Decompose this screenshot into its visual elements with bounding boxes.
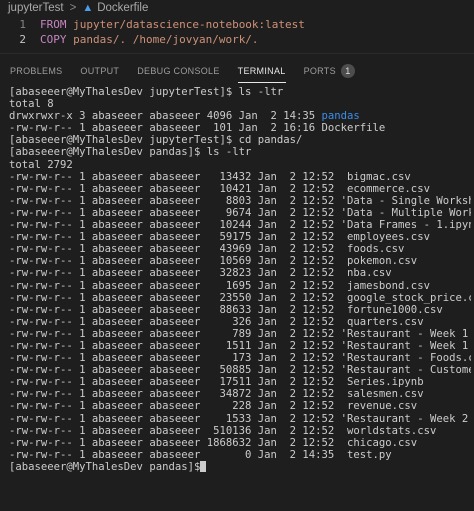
terminal-line-text: total 8: [9, 98, 54, 111]
tab-terminal[interactable]: TERMINAL: [237, 60, 286, 83]
terminal-line: -rw-rw-r-- 1 abaseeer abaseeer 23550 Jan…: [9, 292, 471, 304]
terminal-line-text: [abaseeer@MyThalesDev jupyterTest]$ ls -…: [9, 86, 284, 98]
terminal-line-text: -rw-rw-r-- 1 abaseeer abaseeer 8803 Jan …: [9, 194, 471, 207]
breadcrumb: jupyterTest > ▲ Dockerfile: [0, 0, 474, 16]
terminal-line-text: -rw-rw-r-- 1 abaseeer abaseeer 10421 Jan…: [9, 182, 430, 195]
terminal-line-text: -rw-rw-r-- 1 abaseeer abaseeer 88633 Jan…: [9, 303, 443, 316]
terminal-line: -rw-rw-r-- 1 abaseeer abaseeer 173 Jan 2…: [9, 352, 471, 364]
terminal-line: drwxrwxr-x 3 abaseeer abaseeer 4096 Jan …: [9, 110, 471, 122]
terminal-line: -rw-rw-r-- 1 abaseeer abaseeer 789 Jan 2…: [9, 328, 471, 340]
terminal-line-text: -rw-rw-r-- 1 abaseeer abaseeer 32823 Jan…: [9, 267, 392, 280]
terminal-line-text: -rw-rw-r-- 1 abaseeer abaseeer 34872 Jan…: [9, 388, 424, 401]
terminal-line: -rw-rw-r-- 1 abaseeer abaseeer 326 Jan 2…: [9, 316, 471, 328]
dockerfile-keyword: FROM: [40, 18, 67, 31]
terminal-cursor: [200, 460, 207, 472]
terminal-line: -rw-rw-r-- 1 abaseeer abaseeer 510136 Ja…: [9, 425, 471, 437]
dockerfile-argument: jupyter/datascience-notebook:latest: [73, 18, 305, 31]
terminal-line-text: [abaseeer@MyThalesDev pandas]$: [9, 460, 201, 473]
terminal-line-text: -rw-rw-r-- 1 abaseeer abaseeer 1533 Jan …: [9, 412, 469, 425]
terminal-line-text: -rw-rw-r-- 1 abaseeer abaseeer 50885 Jan…: [9, 364, 471, 377]
terminal-line: -rw-rw-r-- 1 abaseeer abaseeer 10569 Jan…: [9, 255, 471, 267]
terminal-line: -rw-rw-r-- 1 abaseeer abaseeer 1511 Jan …: [9, 340, 471, 352]
terminal-line-text: -rw-rw-r-- 1 abaseeer abaseeer 23550 Jan…: [9, 291, 471, 304]
terminal-line-text: [abaseeer@MyThalesDev pandas]$ ls -ltr: [9, 146, 252, 159]
terminal-line-text: -rw-rw-r-- 1 abaseeer abaseeer 1695 Jan …: [9, 279, 430, 292]
panel-divider: [0, 53, 474, 54]
terminal-line: -rw-rw-r-- 1 abaseeer abaseeer 13432 Jan…: [9, 171, 471, 183]
tab-debug-console[interactable]: DEBUG CONSOLE: [137, 60, 219, 82]
terminal-line: [abaseeer@MyThalesDev jupyterTest]$ ls -…: [9, 86, 471, 98]
terminal-line: [abaseeer@MyThalesDev jupyterTest]$ cd p…: [9, 134, 471, 146]
dockerfile-argument: pandas/. /home/jovyan/work/.: [73, 33, 259, 46]
terminal-line-text: total 2792: [9, 158, 73, 171]
terminal-line: -rw-rw-r-- 1 abaseeer abaseeer 1695 Jan …: [9, 280, 471, 292]
terminal-line-text: -rw-rw-r-- 1 abaseeer abaseeer 326 Jan 2…: [9, 315, 424, 328]
terminal-line: -rw-rw-r-- 1 abaseeer abaseeer 1868632 J…: [9, 437, 471, 449]
terminal-output[interactable]: [abaseeer@MyThalesDev jupyterTest]$ ls -…: [9, 86, 471, 473]
terminal-line-text: -rw-rw-r-- 1 abaseeer abaseeer 43969 Jan…: [9, 243, 405, 256]
tab-ports-label: PORTS: [303, 66, 336, 76]
terminal-line: -rw-rw-r-- 1 abaseeer abaseeer 101 Jan 2…: [9, 122, 471, 134]
terminal-line: [abaseeer@MyThalesDev pandas]$ ls -ltr: [9, 146, 471, 158]
line-number: 2: [19, 33, 26, 46]
terminal-line-text: drwxrwxr-x 3 abaseeer abaseeer 4096 Jan …: [9, 110, 322, 123]
docker-file-icon: ▲: [82, 2, 94, 14]
terminal-line: total 8: [9, 98, 471, 110]
terminal-line: [abaseeer@MyThalesDev pandas]$: [9, 460, 471, 473]
code-editor[interactable]: 1 FROM jupyter/datascience-notebook:late…: [0, 17, 474, 47]
editor-line: 2 COPY pandas/. /home/jovyan/work/.: [0, 32, 474, 47]
terminal-line: -rw-rw-r-- 1 abaseeer abaseeer 34872 Jan…: [9, 388, 471, 400]
terminal-line-text: -rw-rw-r-- 1 abaseeer abaseeer 10244 Jan…: [9, 219, 471, 232]
tab-output[interactable]: OUTPUT: [80, 60, 119, 82]
terminal-line-text: -rw-rw-r-- 1 abaseeer abaseeer 789 Jan 2…: [9, 327, 469, 340]
terminal-line: -rw-rw-r-- 1 abaseeer abaseeer 8803 Jan …: [9, 195, 471, 207]
terminal-line-text: -rw-rw-r-- 1 abaseeer abaseeer 101 Jan 2…: [9, 122, 386, 135]
panel-tab-bar: PROBLEMS OUTPUT DEBUG CONSOLE TERMINAL P…: [0, 60, 474, 83]
line-number: 1: [19, 18, 26, 31]
terminal-line-text: -rw-rw-r-- 1 abaseeer abaseeer 1868632 J…: [9, 436, 418, 449]
terminal-line: -rw-rw-r-- 1 abaseeer abaseeer 10244 Jan…: [9, 219, 471, 231]
breadcrumb-file[interactable]: Dockerfile: [97, 2, 148, 14]
terminal-directory-name: pandas: [321, 110, 360, 123]
terminal-line: -rw-rw-r-- 1 abaseeer abaseeer 88633 Jan…: [9, 304, 471, 316]
terminal-line-text: [abaseeer@MyThalesDev jupyterTest]$ cd p…: [9, 134, 303, 147]
terminal-line-text: -rw-rw-r-- 1 abaseeer abaseeer 173 Jan 2…: [9, 352, 471, 365]
terminal-line-text: -rw-rw-r-- 1 abaseeer abaseeer 10569 Jan…: [9, 255, 418, 268]
breadcrumb-folder[interactable]: jupyterTest: [8, 2, 64, 14]
terminal-line-text: -rw-rw-r-- 1 abaseeer abaseeer 9674 Jan …: [9, 206, 471, 219]
terminal-line-text: -rw-rw-r-- 1 abaseeer abaseeer 17511 Jan…: [9, 376, 424, 389]
terminal-line: -rw-rw-r-- 1 abaseeer abaseeer 10421 Jan…: [9, 183, 471, 195]
terminal-line-text: -rw-rw-r-- 1 abaseeer abaseeer 0 Jan 2 1…: [9, 448, 392, 461]
terminal-line-text: -rw-rw-r-- 1 abaseeer abaseeer 13432 Jan…: [9, 170, 411, 183]
terminal-line: -rw-rw-r-- 1 abaseeer abaseeer 0 Jan 2 1…: [9, 449, 471, 461]
terminal-line: -rw-rw-r-- 1 abaseeer abaseeer 50885 Jan…: [9, 364, 471, 376]
tab-problems[interactable]: PROBLEMS: [10, 60, 62, 82]
terminal-line: -rw-rw-r-- 1 abaseeer abaseeer 9674 Jan …: [9, 207, 471, 219]
terminal-line-text: -rw-rw-r-- 1 abaseeer abaseeer 59175 Jan…: [9, 231, 430, 244]
terminal-line: -rw-rw-r-- 1 abaseeer abaseeer 43969 Jan…: [9, 243, 471, 255]
terminal-line: total 2792: [9, 159, 471, 171]
terminal-line: -rw-rw-r-- 1 abaseeer abaseeer 17511 Jan…: [9, 376, 471, 388]
dockerfile-keyword: COPY: [40, 33, 67, 46]
breadcrumb-separator: >: [69, 2, 77, 14]
terminal-line: -rw-rw-r-- 1 abaseeer abaseeer 59175 Jan…: [9, 231, 471, 243]
terminal-line-text: -rw-rw-r-- 1 abaseeer abaseeer 1511 Jan …: [9, 339, 469, 352]
terminal-line: -rw-rw-r-- 1 abaseeer abaseeer 32823 Jan…: [9, 267, 471, 279]
terminal-line-text: -rw-rw-r-- 1 abaseeer abaseeer 510136 Ja…: [9, 424, 437, 437]
terminal-line: -rw-rw-r-- 1 abaseeer abaseeer 1533 Jan …: [9, 413, 471, 425]
tab-ports[interactable]: PORTS 1: [304, 60, 355, 82]
ports-count-badge: 1: [340, 64, 355, 78]
terminal-line-text: -rw-rw-r-- 1 abaseeer abaseeer 228 Jan 2…: [9, 400, 418, 413]
terminal-line: -rw-rw-r-- 1 abaseeer abaseeer 228 Jan 2…: [9, 400, 471, 412]
editor-line: 1 FROM jupyter/datascience-notebook:late…: [0, 17, 474, 32]
